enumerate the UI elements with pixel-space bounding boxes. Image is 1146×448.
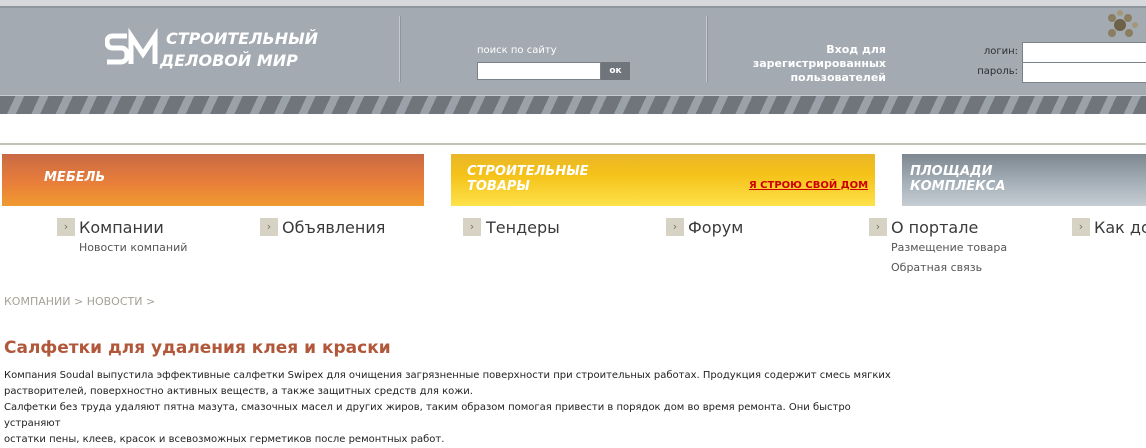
article-line: остатки пены, клеев, красок и всевозможн…: [4, 434, 445, 445]
login-info-line: пользователей: [790, 71, 886, 84]
nav-item-companies[interactable]: Компании: [79, 218, 164, 237]
password-input[interactable]: [1022, 62, 1146, 83]
chevron-right-icon[interactable]: ›: [869, 218, 887, 236]
category-title-line: ПЛОЩАДИ: [910, 164, 993, 179]
category-title-line: СТРОИТЕЛЬНЫЕ: [467, 164, 589, 179]
header-separator: [399, 16, 401, 82]
build-own-house-link[interactable]: Я СТРОЮ СВОЙ ДОМ: [749, 180, 868, 191]
login-info-line: Вход для: [826, 43, 886, 56]
category-title-line: МЕБЕЛЬ: [44, 170, 106, 185]
chevron-right-icon[interactable]: ›: [463, 218, 481, 236]
logo-text-line1[interactable]: СТРОИТЕЛЬНЫЙ: [166, 29, 318, 48]
article-line: растворителей, поверхностно активных вещ…: [4, 386, 473, 397]
chevron-right-icon[interactable]: ›: [1072, 218, 1090, 236]
chevron-right-icon[interactable]: ›: [666, 218, 684, 236]
article-paragraph: Салфетки без труда удаляют пятна мазута,…: [4, 400, 904, 448]
header-divider: [0, 6, 1146, 8]
nav-sub-company-news[interactable]: Новости компаний: [79, 241, 187, 254]
category-complex-title[interactable]: ПЛОЩАДИ КОМПЛЕКСА: [910, 164, 1005, 194]
login-label: логин:: [983, 46, 1018, 57]
article-line: Компания Soudal выпустила эффективные са…: [4, 370, 891, 381]
ornament-icon: [1108, 10, 1138, 37]
article-title: Салфетки для удаления клея и краски: [4, 338, 391, 358]
article-paragraph: Компания Soudal выпустила эффективные са…: [4, 368, 904, 400]
header-stripe: [0, 96, 1146, 114]
search-button[interactable]: ок: [601, 62, 630, 80]
category-title-line: КОМПЛЕКСА: [910, 179, 1006, 194]
login-info: Вход для зарегистрированных пользователе…: [740, 43, 886, 85]
article-line: Салфетки без труда удаляют пятна мазута,…: [4, 402, 851, 429]
nav-item-about[interactable]: О портале: [891, 218, 978, 237]
article-body: Компания Soudal выпустила эффективные са…: [4, 368, 904, 448]
nav-sub-product-placement[interactable]: Размещение товара: [891, 241, 1007, 254]
category-furniture-title[interactable]: МЕБЕЛЬ: [44, 170, 105, 185]
header-separator: [706, 16, 708, 82]
nav-item-tenders[interactable]: Тендеры: [486, 218, 560, 237]
search-input[interactable]: [477, 62, 601, 80]
login-info-line: зарегистрированных: [752, 57, 886, 70]
login-input[interactable]: [1022, 42, 1146, 63]
chevron-right-icon[interactable]: ›: [260, 218, 278, 236]
category-title-line: ТОВАРЫ: [467, 179, 530, 194]
logo-icon[interactable]: [105, 28, 163, 72]
nav-item-ads[interactable]: Объявления: [282, 218, 385, 237]
logo-text-line2[interactable]: ДЕЛОВОЙ МИР: [160, 51, 298, 70]
category-building-title[interactable]: СТРОИТЕЛЬНЫЕ ТОВАРЫ: [467, 164, 589, 194]
chevron-right-icon[interactable]: ›: [57, 218, 75, 236]
search-label: поиск по сайту: [477, 45, 557, 56]
nav-item-forum[interactable]: Форум: [688, 218, 743, 237]
breadcrumb[interactable]: КОМПАНИИ > НОВОСТИ >: [4, 295, 155, 308]
password-label: пароль:: [977, 66, 1018, 77]
header-rule: [0, 143, 1146, 145]
nav-item-how-to[interactable]: Как до: [1094, 218, 1146, 237]
nav-sub-feedback[interactable]: Обратная связь: [891, 261, 982, 274]
